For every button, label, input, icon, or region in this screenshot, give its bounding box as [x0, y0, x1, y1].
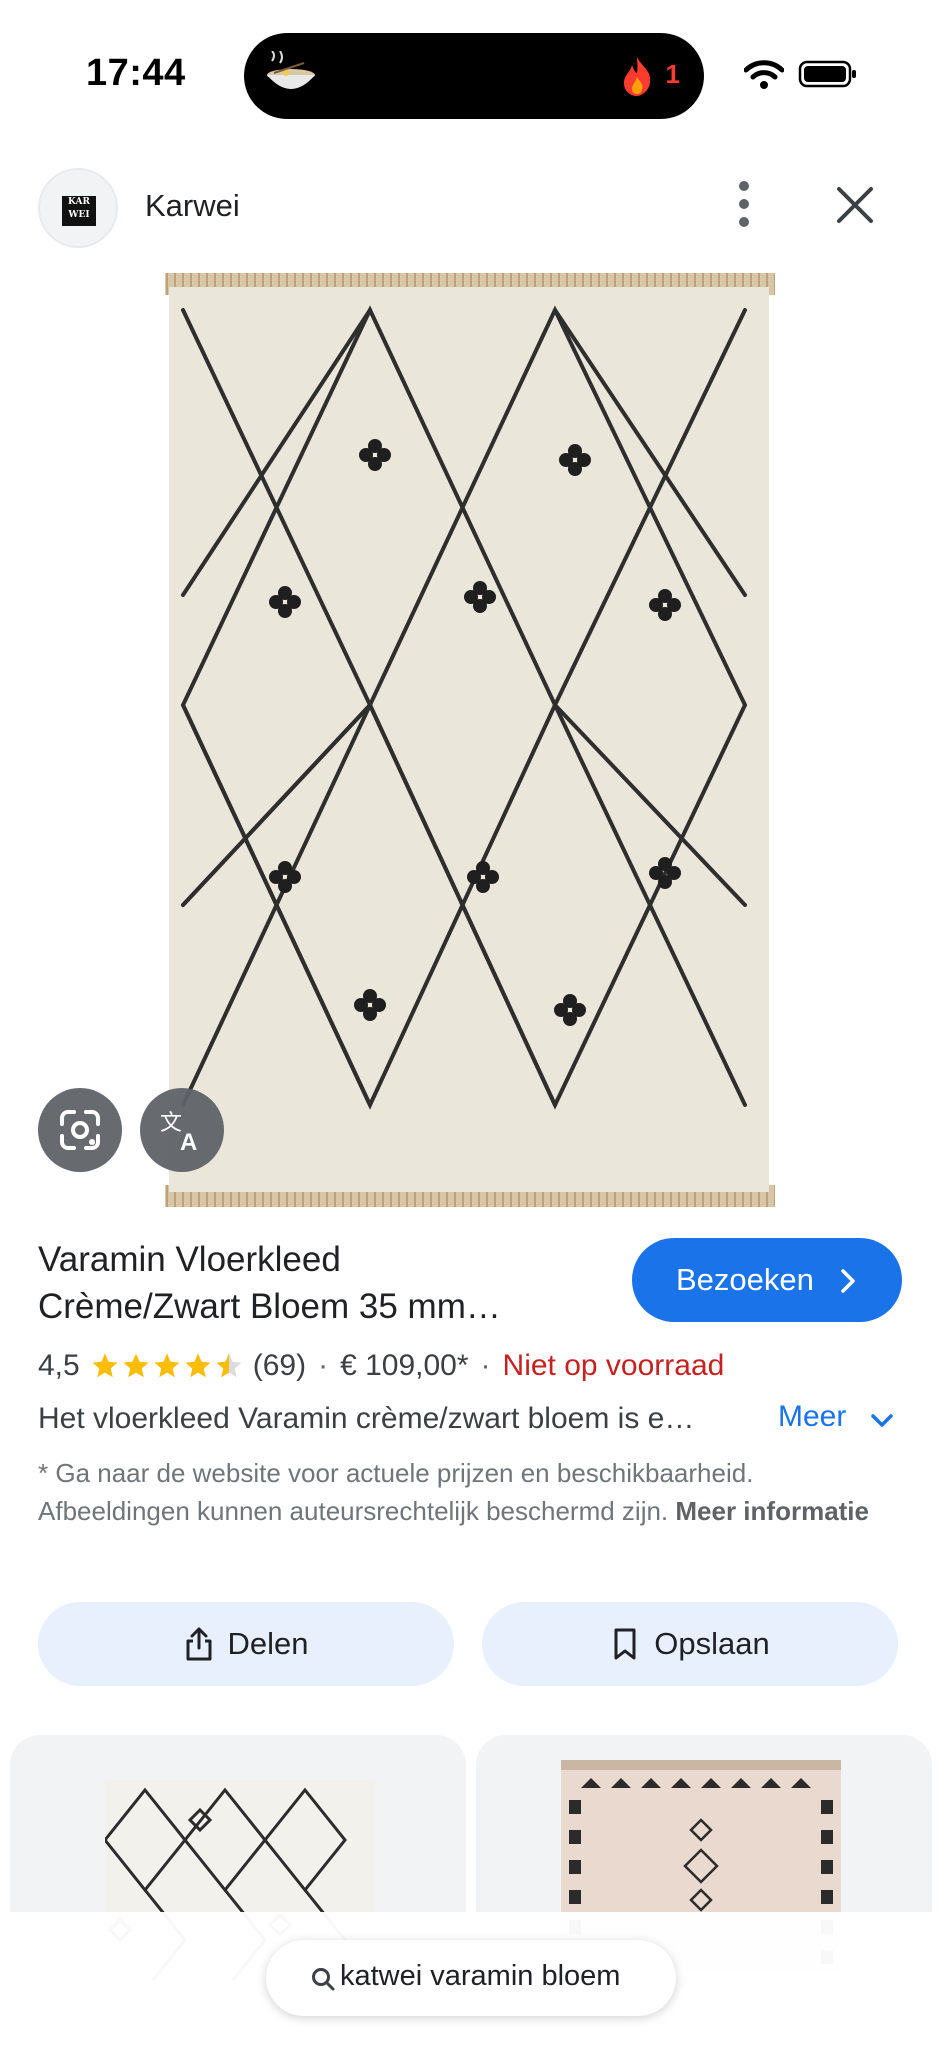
share-button[interactable]: Delen [38, 1602, 454, 1686]
stock-status: Niet op voorraad [502, 1349, 725, 1382]
status-bar: 17:44 1 [0, 0, 941, 120]
product-title-line1: Varamin Vloerkleed [38, 1240, 341, 1279]
more-link-label: Meer [778, 1400, 847, 1433]
product-image[interactable] [155, 265, 785, 1210]
more-link[interactable]: Meer [778, 1400, 893, 1434]
battery-icon [798, 60, 856, 88]
search-pill[interactable]: katwei varamin bloem [266, 1940, 676, 2016]
svg-text:A: A [180, 1129, 197, 1154]
rating-row: 4,5 (69) · € 109,00* · Niet op voorraad [38, 1346, 724, 1386]
bookmark-icon [614, 1628, 636, 1660]
disclaimer-text: * Ga naar de website voor actuele prijze… [38, 1458, 754, 1526]
ramen-bowl-icon [267, 51, 315, 89]
product-title-line2: Crème/Zwart Bloem 35 mm… [38, 1287, 501, 1326]
site-logo-mark: KAR WEI [62, 196, 96, 226]
separator-dot: · [318, 1349, 329, 1382]
lens-button[interactable] [38, 1088, 122, 1172]
close-icon[interactable] [834, 184, 876, 226]
price-disclaimer: * Ga naar de website voor actuele prijze… [38, 1454, 908, 1530]
site-name[interactable]: Karwei [145, 188, 240, 224]
visit-button[interactable]: Bezoeken [632, 1238, 902, 1322]
flame-icon [624, 57, 651, 96]
more-vert-icon[interactable] [724, 178, 764, 230]
share-icon [186, 1627, 211, 1661]
svg-text:文: 文 [160, 1111, 182, 1136]
save-button[interactable]: Opslaan [482, 1602, 898, 1686]
product-title[interactable]: Varamin Vloerkleed Crème/Zwart Bloem 35 … [38, 1236, 598, 1330]
star-rating [90, 1351, 245, 1381]
translate-icon: 文 A [160, 1111, 197, 1154]
separator-dot: · [480, 1349, 491, 1382]
rating-value: 4,5 [38, 1349, 80, 1382]
star-icon [92, 1353, 118, 1378]
price: € 109,00* [340, 1349, 469, 1382]
wifi-icon [744, 60, 784, 89]
status-time: 17:44 [86, 52, 186, 94]
lens-icon [60, 1110, 100, 1150]
visit-button-label: Bezoeken [676, 1262, 814, 1297]
site-logo[interactable]: KAR WEI [38, 168, 118, 248]
search-query: katwei varamin bloem [340, 1960, 621, 1992]
chevron-right-icon [841, 1269, 855, 1293]
star-icon [185, 1353, 211, 1378]
translate-button[interactable]: 文 A [140, 1088, 224, 1172]
review-count[interactable]: (69) [253, 1349, 306, 1383]
half-star-icon [216, 1353, 242, 1378]
description-row: Het vloerkleed Varamin crème/zwart bloem… [38, 1400, 908, 1444]
product-description: Het vloerkleed Varamin crème/zwart bloem… [38, 1402, 695, 1435]
notification-count: 1 [665, 59, 680, 89]
share-button-label: Delen [227, 1626, 309, 1661]
dynamic-island[interactable]: 1 [244, 33, 704, 119]
more-info-link[interactable]: Meer informatie [675, 1496, 869, 1526]
result-header: KAR WEI Karwei [0, 160, 941, 250]
star-icon [123, 1353, 149, 1378]
search-icon [312, 1968, 335, 1991]
save-button-label: Opslaan [654, 1626, 770, 1661]
chevron-down-icon [871, 1414, 893, 1427]
star-icon [154, 1353, 180, 1378]
